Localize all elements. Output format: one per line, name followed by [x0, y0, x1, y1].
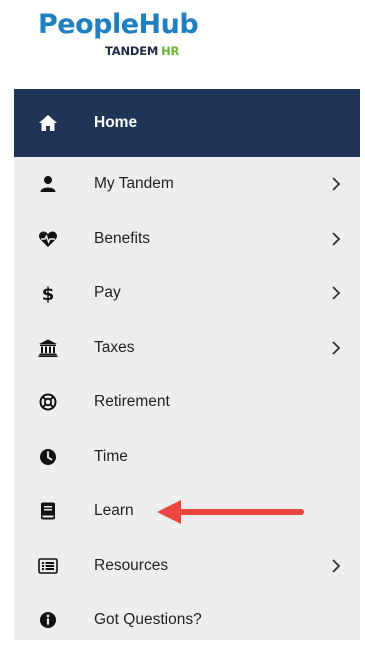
menu-item-got-questions[interactable]: Got Questions?	[14, 593, 360, 648]
logo-subtitle: TANDEM HR	[105, 44, 179, 58]
menu-item-label: Learn	[94, 502, 134, 520]
svg-text:$: $	[42, 284, 55, 303]
menu-item-label: My Tandem	[94, 175, 174, 193]
logo-title: PeopleHub	[38, 9, 199, 40]
menu-item-pay[interactable]: $ Pay	[14, 266, 360, 321]
logo-subtitle-main: TANDEM	[105, 44, 159, 58]
menu-item-taxes[interactable]: Taxes	[14, 321, 360, 376]
user-icon	[38, 174, 58, 194]
menu-item-label: Taxes	[94, 338, 135, 356]
side-menu: Home My Tandem Benefits $ Pay Taxes Reti…	[14, 89, 360, 640]
menu-item-label: Got Questions?	[94, 611, 202, 629]
menu-item-label: Time	[94, 447, 128, 465]
menu-item-time[interactable]: Time	[14, 430, 360, 485]
chevron-right-icon	[332, 286, 341, 300]
life-ring-icon	[38, 392, 58, 412]
menu-item-label: Benefits	[94, 229, 151, 247]
clock-icon	[38, 447, 58, 467]
menu-item-label: Resources	[94, 556, 169, 574]
menu-item-retirement[interactable]: Retirement	[14, 375, 360, 430]
menu-item-benefits[interactable]: Benefits	[14, 212, 360, 267]
heartbeat-icon	[38, 229, 58, 249]
menu-item-home[interactable]: Home	[14, 89, 360, 157]
info-icon	[38, 610, 58, 630]
chevron-right-icon	[332, 559, 341, 573]
bank-icon	[38, 338, 58, 358]
menu-item-label: Pay	[94, 284, 121, 302]
menu-item-label: Retirement	[94, 393, 170, 411]
chevron-right-icon	[332, 232, 341, 246]
menu-item-resources[interactable]: Resources	[14, 539, 360, 594]
menu-item-label: Home	[94, 114, 138, 131]
chevron-right-icon	[332, 341, 341, 355]
dollar-icon: $	[38, 283, 58, 303]
menu-item-my-tandem[interactable]: My Tandem	[14, 157, 360, 212]
chevron-right-icon	[332, 177, 341, 191]
home-icon	[38, 113, 58, 133]
book-icon	[38, 501, 58, 521]
list-icon	[38, 556, 58, 576]
logo-subtitle-accent: HR	[161, 44, 180, 58]
annotation-arrow-icon	[157, 500, 304, 524]
peoplehub-logo[interactable]: PeopleHub TANDEM HR	[38, 8, 218, 64]
